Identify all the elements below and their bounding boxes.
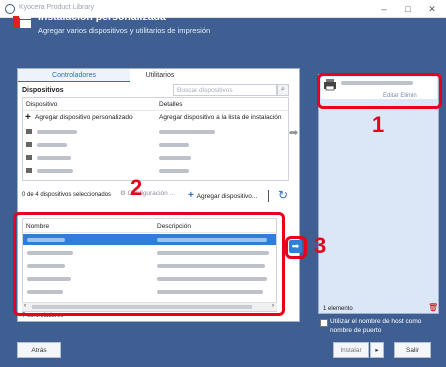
device-name-redacted: [37, 156, 71, 160]
maximize-icon[interactable]: □: [400, 2, 416, 16]
refresh-icon[interactable]: ↻: [278, 188, 288, 202]
back-button[interactable]: Atrás: [17, 342, 61, 358]
callout-number-1: 1: [372, 112, 385, 137]
gear-icon: ⚙: [120, 190, 128, 197]
host-name-checkbox[interactable]: [320, 319, 328, 327]
add-device-button-label: Agregar dispositivo...: [196, 193, 258, 200]
trash-icon[interactable]: 🗑: [428, 303, 438, 312]
plus-icon: +: [25, 112, 31, 123]
tab-controladores[interactable]: Controladores: [18, 69, 130, 82]
exit-button[interactable]: Salir: [394, 342, 431, 358]
tab-utilitarios[interactable]: Utilitarios: [130, 69, 190, 82]
device-name-redacted: [37, 143, 67, 147]
host-name-label: Utilizar el nombre de host como nombre d…: [330, 318, 422, 334]
page-subtitle: Agregar varios dispositivos y utilitario…: [38, 26, 211, 35]
toolbar-divider: [268, 190, 269, 202]
table-row[interactable]: [23, 126, 288, 137]
page-title: Instalación personalizada: [38, 11, 166, 23]
install-icon: [13, 16, 31, 28]
add-device-details: Agregar dispositivo a la lista de instal…: [159, 114, 282, 121]
table-row[interactable]: [23, 165, 288, 176]
install-dropdown-icon[interactable]: ▸: [370, 342, 384, 358]
printer-icon: [26, 142, 32, 147]
callout-box-2: [13, 212, 285, 316]
device-details-redacted: [159, 169, 189, 173]
element-count: 1 elemento: [323, 306, 353, 312]
minimize-icon[interactable]: –: [376, 2, 392, 16]
device-name-redacted: [37, 130, 77, 134]
devices-table: Dispositivo Detalles + Agregar dispositi…: [22, 97, 289, 181]
install-list-panel: [318, 74, 439, 314]
configure-button[interactable]: ⚙ Configuración ...: [120, 189, 175, 197]
window-title: Kyocera Product Library: [19, 4, 95, 11]
callout-number-2: 2: [130, 175, 143, 200]
device-details-redacted: [159, 156, 191, 160]
selection-count: 0 de 4 dispositivos seleccionados: [22, 192, 112, 198]
search-icon[interactable]: ⌕: [277, 84, 289, 96]
plus-icon: +: [188, 190, 197, 201]
callout-box-1: [317, 73, 442, 109]
device-name-redacted: [37, 169, 73, 173]
table-row[interactable]: [23, 139, 288, 150]
devices-title: Dispositivos: [22, 87, 64, 94]
device-details-redacted: [159, 143, 189, 147]
callout-number-3: 3: [314, 233, 327, 258]
header-band: [0, 18, 446, 64]
callout-box-3: [285, 236, 307, 259]
printer-icon: [26, 168, 32, 173]
add-device-button[interactable]: + Agregar dispositivo...: [188, 190, 257, 201]
device-details-redacted: [159, 130, 215, 134]
install-button[interactable]: Instalar: [333, 342, 369, 358]
printer-icon: [26, 155, 32, 160]
search-input[interactable]: Buscar dispositivos: [173, 84, 277, 96]
close-icon[interactable]: ✕: [424, 2, 440, 16]
add-device-row[interactable]: + Agregar dispositivo personalizado Agre…: [23, 112, 288, 123]
column-header-device[interactable]: Dispositivo: [26, 99, 57, 110]
column-header-details[interactable]: Detalles: [159, 99, 182, 110]
add-device-label: Agregar dispositivo personalizado: [35, 114, 133, 121]
printer-icon: [26, 129, 32, 134]
add-device-arrow-icon[interactable]: ➡: [289, 126, 298, 139]
table-row[interactable]: [23, 152, 288, 163]
